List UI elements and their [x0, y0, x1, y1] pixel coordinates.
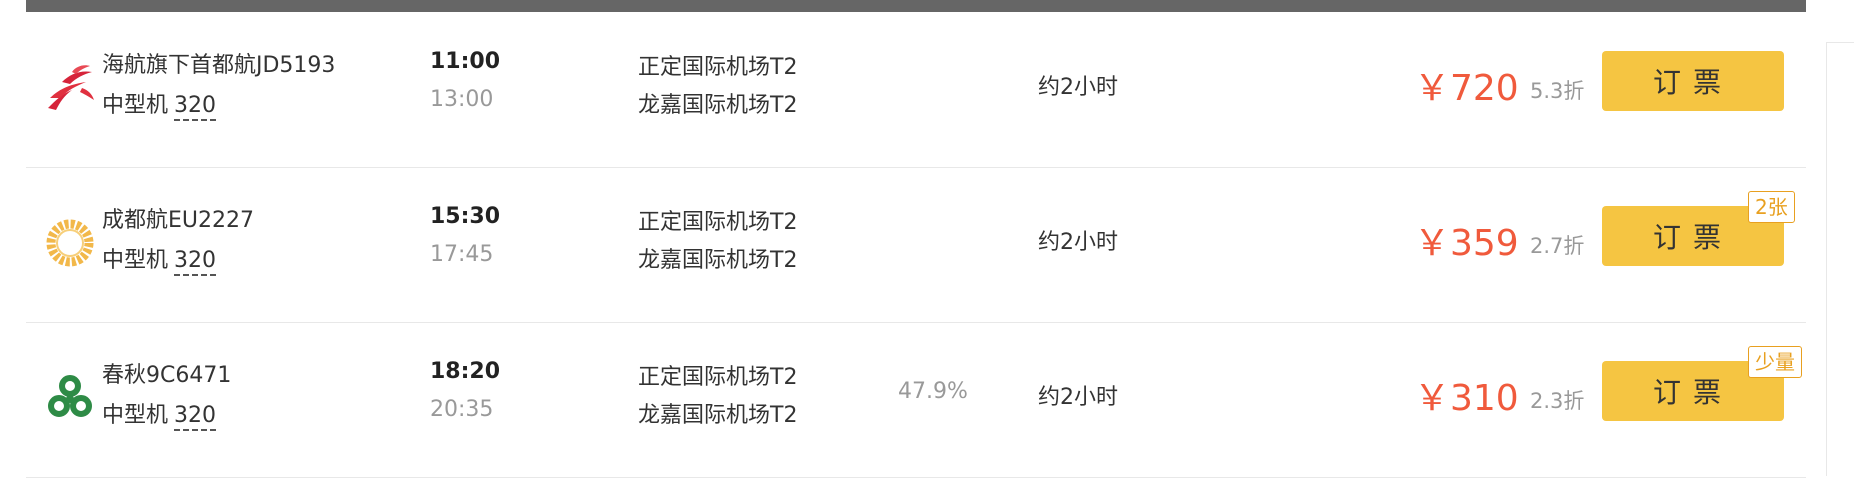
side-panel-top-border	[1826, 42, 1854, 43]
price: ￥359	[1414, 223, 1519, 264]
arrival-airport: 龙嘉国际机场T2	[638, 403, 798, 428]
plane-type: 中型机	[102, 248, 169, 273]
flight-row[interactable]: 海航旗下首都航JD5193 中型机 320 11:00 13:00 正定国际机场T…	[26, 13, 1806, 168]
plane-model-link[interactable]: 320	[174, 93, 217, 121]
arrival-airport: 龙嘉国际机场T2	[638, 93, 798, 118]
punctuality-rate: 47.9%	[898, 379, 968, 404]
plane-model-link[interactable]: 320	[174, 248, 217, 276]
airline-flight-number: 春秋9C6471	[102, 363, 232, 388]
plane-info: 中型机 320	[102, 397, 217, 431]
airline-flight-number: 海航旗下首都航JD5193	[102, 53, 336, 78]
airline-flight-number: 成都航EU2227	[102, 208, 254, 233]
plane-type: 中型机	[102, 93, 169, 118]
plane-info: 中型机 320	[102, 87, 217, 121]
flight-row[interactable]: 春秋9C6471 中型机 320 18:20 20:35 正定国际机场T2 龙嘉国…	[26, 323, 1806, 478]
seats-left-badge: 2张	[1748, 191, 1795, 223]
departure-airport: 正定国际机场T2	[638, 210, 798, 235]
departure-time: 11:00	[430, 49, 501, 74]
price: ￥720	[1414, 68, 1519, 109]
flight-duration: 约2小时	[1038, 385, 1118, 410]
side-panel-border	[1826, 42, 1827, 476]
arrival-airport: 龙嘉国际机场T2	[638, 248, 798, 273]
discount: 2.7折	[1530, 234, 1585, 258]
flight-duration: 约2小时	[1038, 75, 1118, 100]
discount: 5.3折	[1530, 79, 1585, 103]
plane-model-link[interactable]: 320	[174, 403, 217, 431]
departure-airport: 正定国际机场T2	[638, 55, 798, 80]
discount: 2.3折	[1530, 389, 1585, 413]
chengdu-airlines-logo-icon	[46, 219, 94, 267]
plane-info: 中型机 320	[102, 242, 217, 276]
arrival-time: 20:35	[430, 397, 494, 422]
price: ￥310	[1414, 378, 1519, 419]
book-button[interactable]: 订票	[1602, 51, 1784, 111]
arrival-time: 13:00	[430, 87, 494, 112]
seats-left-badge: 少量	[1748, 346, 1802, 378]
flight-row[interactable]: 成都航EU2227 中型机 320 15:30 17:45 正定国际机场T2 龙嘉…	[26, 168, 1806, 323]
spring-airlines-logo-icon	[48, 375, 92, 417]
departure-time: 18:20	[430, 359, 501, 384]
arrival-time: 17:45	[430, 242, 494, 267]
plane-type: 中型机	[102, 403, 169, 428]
departure-airport: 正定国际机场T2	[638, 365, 798, 390]
results-top-bar	[26, 0, 1806, 12]
flight-duration: 约2小时	[1038, 230, 1118, 255]
side-panel-edge	[1826, 0, 1854, 476]
hainan-airlines-logo-icon	[48, 65, 94, 110]
departure-time: 15:30	[430, 204, 501, 229]
